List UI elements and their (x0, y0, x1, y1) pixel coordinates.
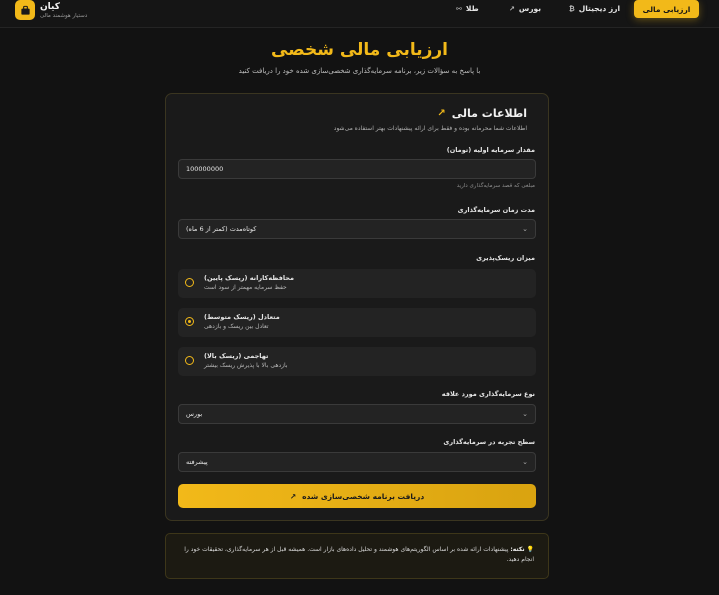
risk-option-desc: تعادل بین ریسک و بازدهی (204, 323, 269, 330)
lightbulb-icon: 💡 (526, 546, 534, 553)
risk-option-title: تهاجمی (ریسک بالا) (204, 352, 269, 360)
nav-gold[interactable]: ⚯ طلا (456, 4, 479, 13)
nav-assessment-button[interactable]: ارزیابی مالی (634, 0, 699, 18)
bitcoin-icon: ₿ (569, 4, 575, 13)
page-subtitle: با پاسخ به سؤالات زیر، برنامه سرمایه‌گذا… (238, 67, 481, 75)
page-title: ارزیابی مالی شخصی (271, 40, 448, 60)
risk-option-medium[interactable]: متعادل (ریسک متوسط) تعادل بین ریسک و باز… (178, 308, 536, 337)
disclaimer-note: 💡 نکته: پیشنهادات ارائه شده بر اساس الگو… (165, 533, 549, 579)
risk-option-high[interactable]: تهاجمی (ریسک بالا) بازدهی بالا با پذیرش … (178, 347, 536, 376)
investment-type-value: بورس (186, 410, 203, 418)
risk-option-low[interactable]: محافظه‌کارانه (ریسک پایین) حفظ سرمایه مه… (178, 269, 536, 298)
investment-type-select[interactable]: بورس ⌄ (178, 404, 536, 424)
trend-icon: ↗ (289, 491, 297, 501)
risk-option-title: محافظه‌کارانه (ریسک پایین) (204, 274, 294, 282)
experience-select[interactable]: پیشرفته ⌄ (178, 452, 536, 472)
capital-hint: مبلغی که قصد سرمایه‌گذاری دارید (456, 183, 535, 189)
nav-crypto-label: ارز دیجیتال (578, 4, 621, 13)
duration-value: کوتاه‌مدت (کمتر از 6 ماه) (186, 225, 257, 233)
nav-crypto[interactable]: ₿ ارز دیجیتال (569, 4, 620, 13)
risk-option-title: متعادل (ریسک متوسط) (204, 313, 280, 321)
experience-label: سطح تجربه در سرمایه‌گذاری (443, 438, 535, 446)
card-title: اطلاعات مالی ↗ (437, 107, 527, 120)
card-subtitle: اطلاعات شما محرمانه بوده و فقط برای ارائ… (333, 125, 527, 132)
radio-medium[interactable] (185, 317, 194, 326)
risk-option-desc: بازدهی بالا با پذیرش ریسک بیشتر (204, 362, 288, 369)
brand-subtitle: دستیار هوشمند مالی (40, 13, 88, 19)
duration-label: مدت زمان سرمایه‌گذاری (457, 206, 535, 214)
top-navbar: کیان دستیار هوشمند مالی ⚯ طلا ↗ بورس ₿ ا… (0, 0, 719, 28)
capital-value: 100000000 (186, 165, 224, 173)
nav-gold-label: طلا (465, 4, 479, 13)
duration-select[interactable]: کوتاه‌مدت (کمتر از 6 ماه) ⌄ (178, 219, 536, 239)
coins-icon: ⚯ (456, 4, 462, 13)
submit-label: دریافت برنامه شخصی‌سازی شده (302, 491, 425, 501)
note-prefix: نکته: (510, 546, 525, 553)
radio-high[interactable] (185, 356, 194, 365)
nav-stocks[interactable]: ↗ بورس (509, 4, 541, 13)
card-title-text: اطلاعات مالی (451, 107, 527, 120)
capital-label: مقدار سرمایه اولیه (تومان) (446, 146, 535, 154)
trend-icon: ↗ (437, 108, 446, 119)
radio-low[interactable] (185, 278, 194, 287)
nav-stocks-label: بورس (518, 4, 542, 13)
chevron-down-icon: ⌄ (522, 458, 528, 466)
experience-value: پیشرفته (186, 458, 208, 466)
capital-input[interactable]: 100000000 (178, 159, 536, 179)
risk-label: میزان ریسک‌پذیری (476, 254, 535, 262)
brand-logo-icon[interactable] (15, 0, 35, 20)
investment-type-label: نوع سرمایه‌گذاری مورد علاقه (441, 390, 535, 398)
chevron-down-icon: ⌄ (522, 225, 528, 233)
risk-option-desc: حفظ سرمایه مهمتر از سود است (204, 284, 287, 291)
chevron-down-icon: ⌄ (522, 410, 528, 418)
brand-name[interactable]: کیان (40, 2, 60, 12)
note-text: پیشنهادات ارائه شده بر اساس الگوریتم‌های… (184, 546, 534, 563)
financial-info-card: اطلاعات مالی ↗ اطلاعات شما محرمانه بوده … (165, 93, 549, 521)
trend-icon: ↗ (509, 4, 515, 13)
submit-button[interactable]: دریافت برنامه شخصی‌سازی شده ↗ (178, 484, 536, 508)
